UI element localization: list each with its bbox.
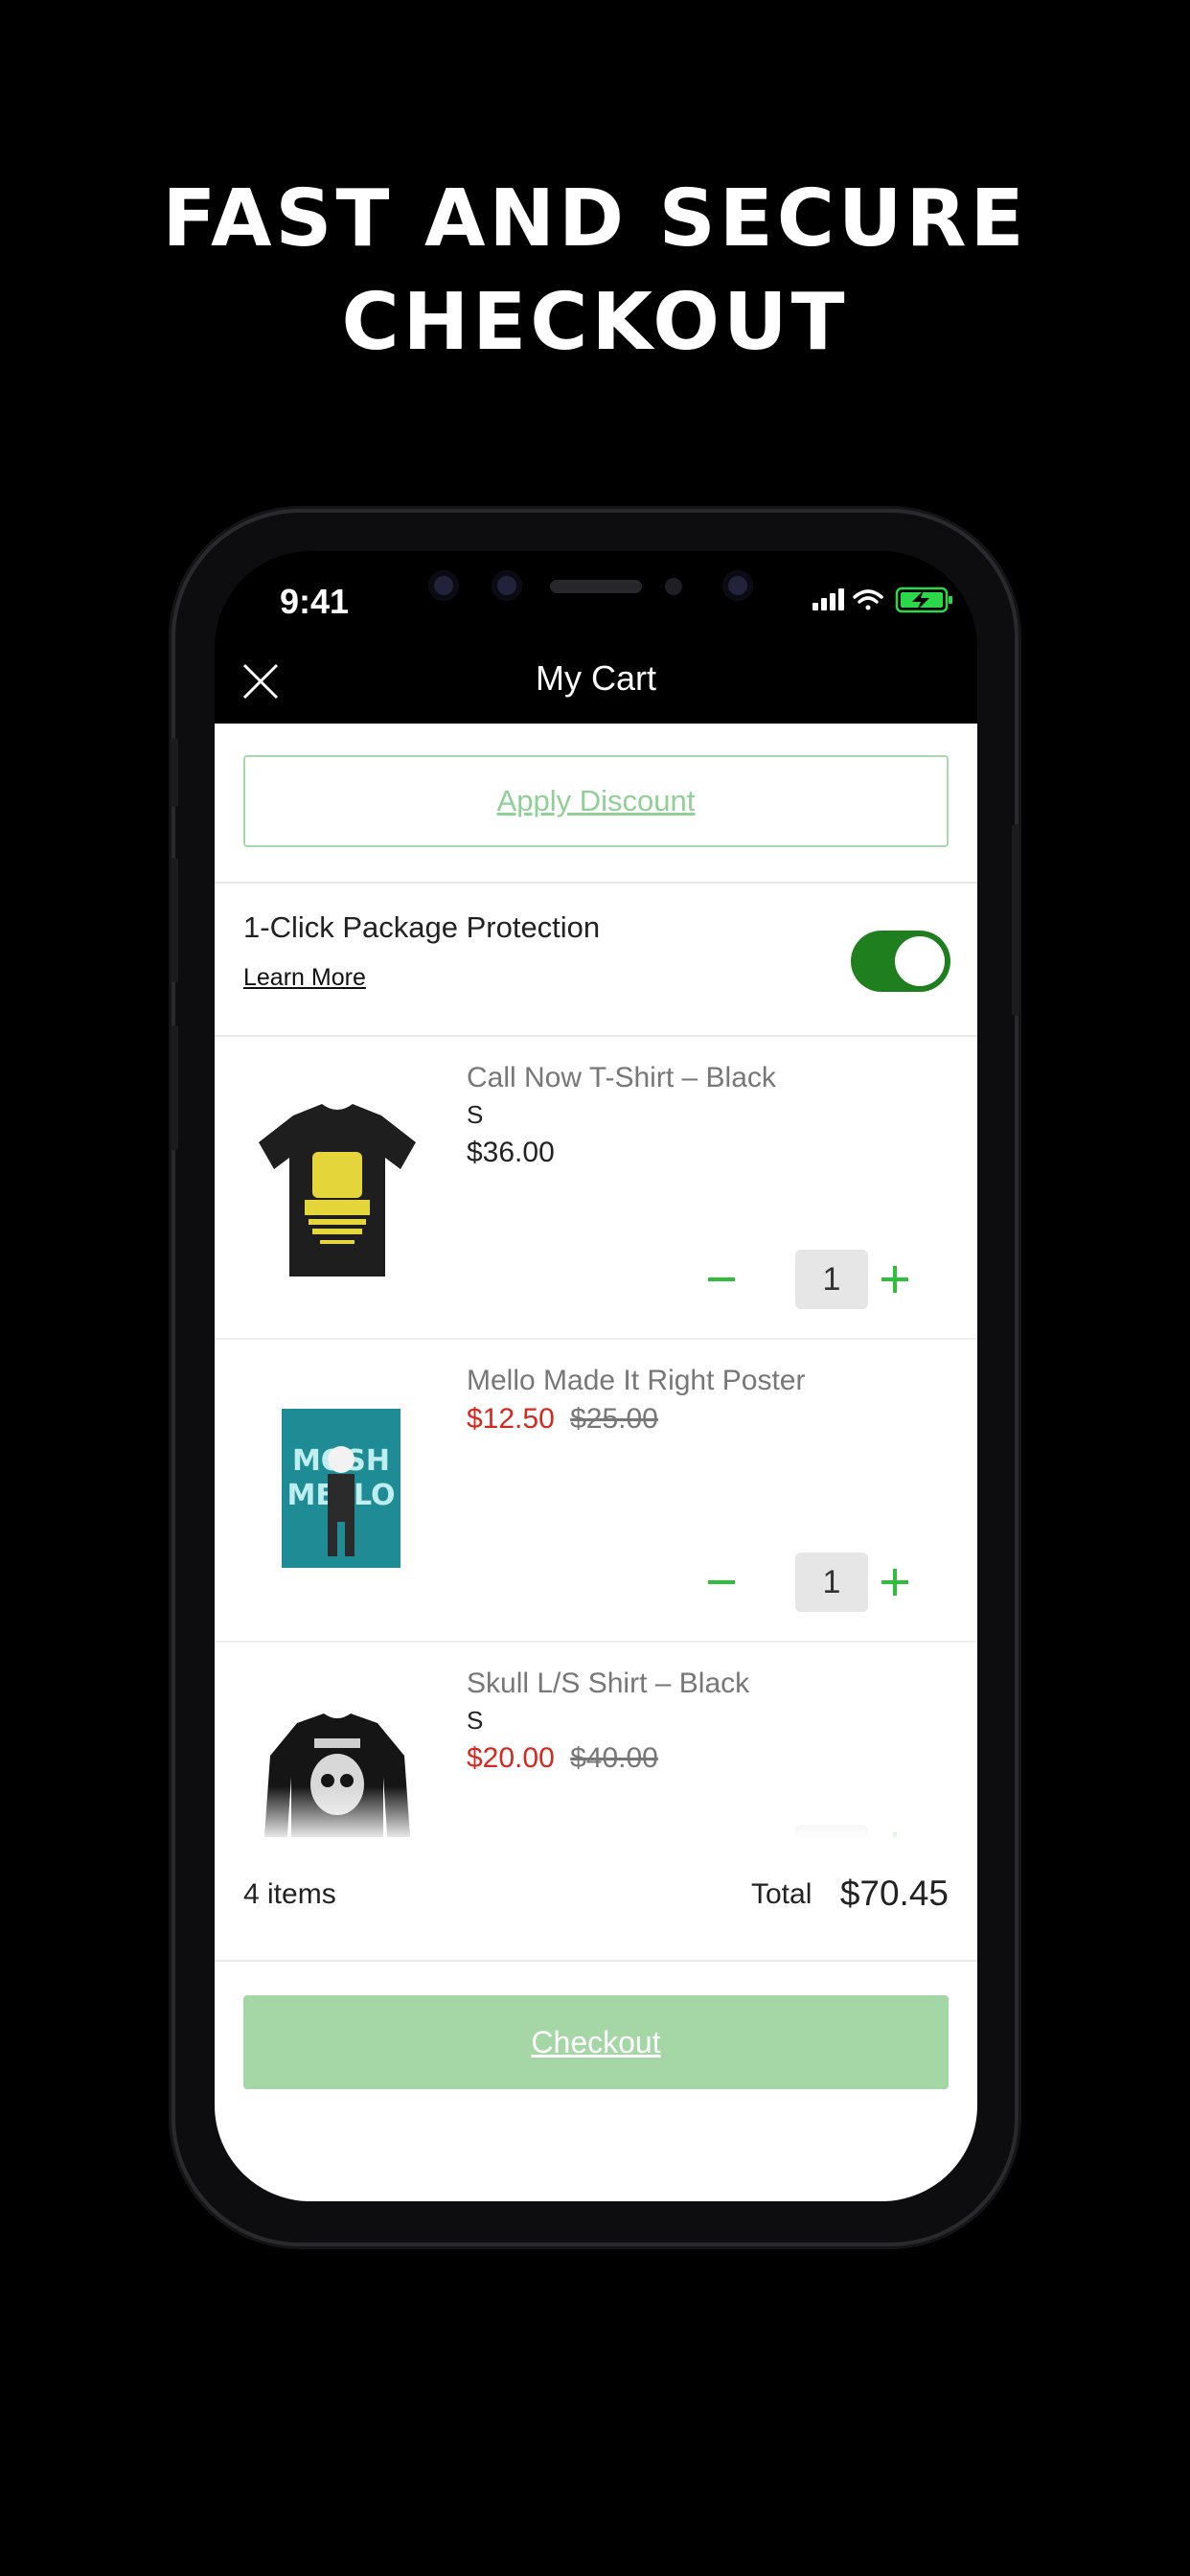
quantity-value[interactable]: 1 — [795, 1250, 868, 1309]
product-name[interactable]: Call Now T-Shirt – Black — [467, 1062, 776, 1094]
cellular-signal-icon — [812, 588, 844, 610]
battery-charging-icon — [895, 586, 952, 613]
proximity-sensor — [665, 578, 682, 595]
cart-item: Call Now T-Shirt – Black S $36.00 1 — [215, 1037, 977, 1340]
cart-item: Skull L/S Shirt – Black S $20.00 $40.00 … — [215, 1643, 977, 1837]
product-image-tshirt — [259, 1104, 416, 1276]
status-time: 9:41 — [280, 582, 350, 621]
package-protection-toggle[interactable] — [851, 931, 950, 992]
scroll-fade — [215, 1786, 977, 1837]
product-name[interactable]: Mello Made It Right Poster — [467, 1365, 805, 1397]
package-protection-section: 1-Click Package Protection Learn More — [215, 884, 977, 1037]
product-price: $36.00 — [467, 1137, 555, 1168]
page-title: My Cart — [536, 658, 656, 698]
cart-content: Apply Discount 1-Click Package Protectio… — [215, 724, 977, 2201]
cart-summary: 4 items Total $70.45 — [215, 1837, 977, 1962]
items-count: 4 items — [243, 1878, 336, 1910]
status-icons — [812, 586, 952, 613]
phone-side-button — [1012, 824, 1019, 1016]
product-sale-price: $20.00 — [467, 1742, 555, 1774]
cart-item: MOSH MELLO Mello Made It Right Poster $1… — [215, 1340, 977, 1643]
quantity-increase-button[interactable] — [876, 1260, 914, 1299]
total-value: $70.45 — [839, 1874, 949, 1913]
quantity-decrease-button[interactable] — [702, 1260, 741, 1299]
price-row: $20.00 $40.00 — [467, 1742, 658, 1775]
product-variant: S — [467, 1706, 484, 1735]
quantity-decrease-button[interactable] — [702, 1563, 741, 1601]
learn-more-link[interactable]: Learn More — [243, 964, 366, 992]
front-camera — [492, 570, 522, 601]
toggle-knob — [895, 936, 945, 986]
status-bar: 9:41 — [215, 551, 977, 647]
phone-side-button — [171, 858, 178, 982]
phone-screen: 9:41 My Cart Apply Discount 1-Click Pack… — [215, 551, 977, 2201]
headline-line-2: CHECKOUT — [341, 277, 849, 368]
product-original-price: $40.00 — [570, 1742, 658, 1774]
price-row: $36.00 — [467, 1137, 555, 1169]
headline: FAST AND SECURE CHECKOUT — [0, 168, 1190, 375]
wifi-icon — [853, 589, 883, 610]
discount-section: Apply Discount — [215, 724, 977, 884]
front-camera — [428, 570, 459, 601]
headline-line-1: FAST AND SECURE — [162, 173, 1028, 264]
phone-side-button — [171, 1025, 178, 1150]
quantity-increase-button[interactable] — [876, 1563, 914, 1601]
navbar: My Cart — [215, 647, 977, 724]
product-name[interactable]: Skull L/S Shirt – Black — [467, 1668, 749, 1700]
product-image-poster: MOSH MELLO — [282, 1409, 400, 1568]
price-row: $12.50 $25.00 — [467, 1403, 658, 1436]
checkout-button[interactable]: Checkout — [243, 1995, 949, 2089]
product-original-price: $25.00 — [570, 1403, 658, 1435]
product-sale-price: $12.50 — [467, 1403, 555, 1435]
apply-discount-button[interactable]: Apply Discount — [243, 755, 949, 847]
phone-side-button — [171, 738, 178, 807]
earpiece-speaker — [550, 580, 642, 593]
total-label: Total — [751, 1878, 812, 1910]
product-variant: S — [467, 1100, 484, 1129]
package-protection-title: 1-Click Package Protection — [243, 910, 601, 944]
quantity-value[interactable]: 1 — [795, 1552, 868, 1612]
front-camera — [722, 570, 753, 601]
